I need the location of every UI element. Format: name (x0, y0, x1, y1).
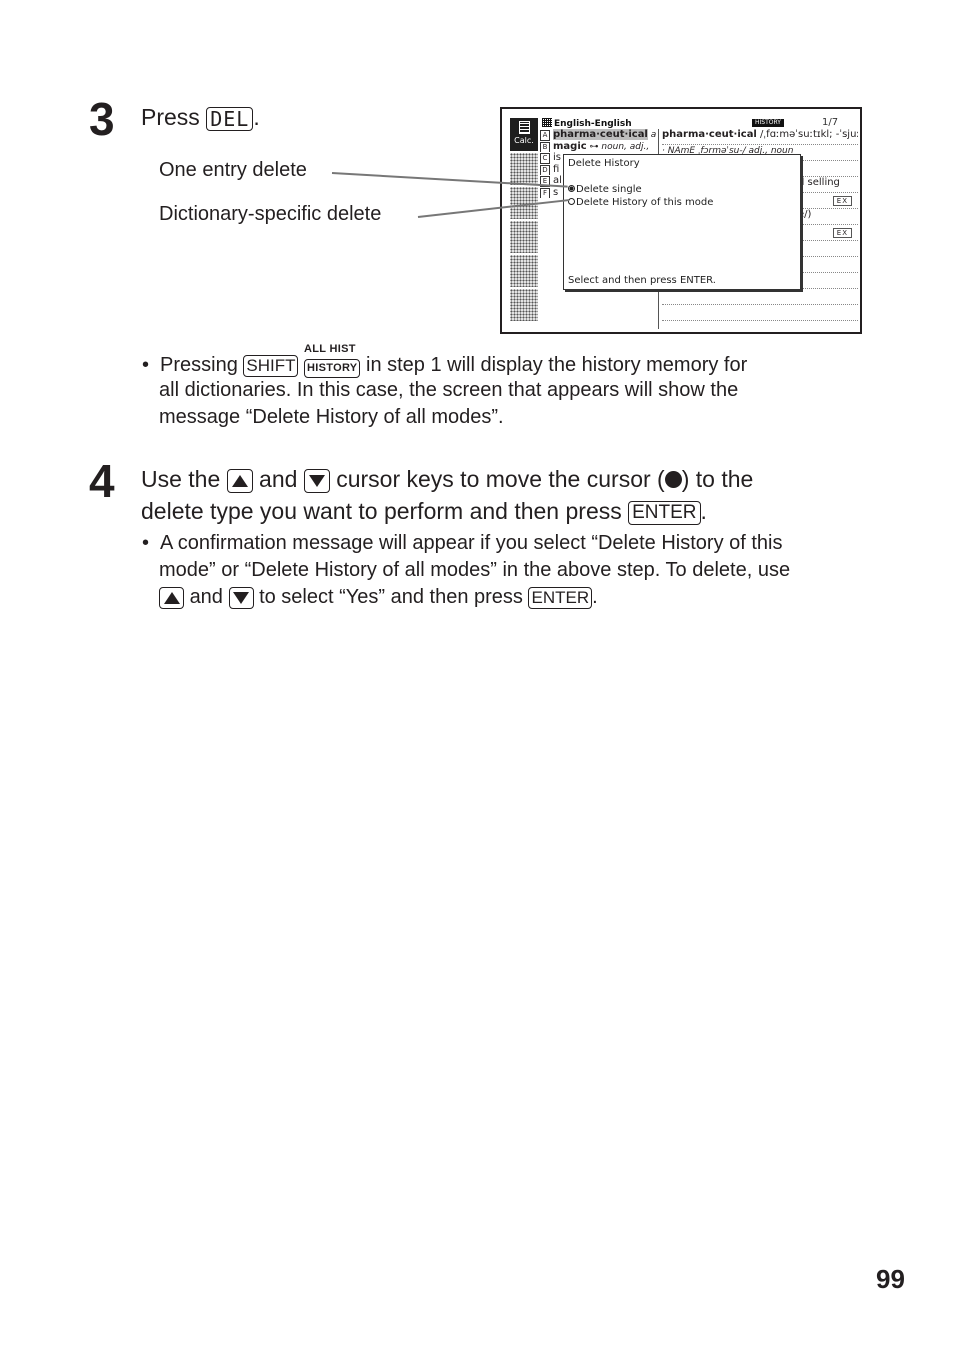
note-confirmation-line3: and to select “Yes” and then press ENTER… (159, 584, 598, 611)
option-label: Delete History of this mode (576, 197, 714, 208)
option-delete-single[interactable]: Delete single (568, 184, 642, 195)
ex-badge: EX (832, 196, 852, 206)
del-key: DEL (206, 106, 254, 131)
option-label: Delete single (576, 184, 642, 195)
down-arrow-icon (233, 591, 249, 604)
callout-dictionary-specific-delete: Dictionary-specific delete (159, 203, 382, 225)
step4-text: cursor keys to move the cursor ( (336, 466, 665, 492)
step-number-4: 4 (89, 455, 115, 507)
radio-selected-icon (568, 185, 575, 192)
list-word: is (553, 152, 561, 163)
list-item: Apharma·ceut·ical a (540, 129, 658, 141)
delete-history-dialog: Delete History Delete single Delete Hist… (563, 154, 801, 290)
callout-one-entry-delete: One entry delete (159, 159, 307, 181)
definition-line: pharma·ceut·ical /ˌfɑːməˈsuːtɪkl; -ˈsjuː… (662, 129, 858, 145)
step4-text: delete type you want to perform and then… (141, 498, 622, 524)
list-letter: D (540, 164, 550, 175)
down-arrow-key (228, 586, 254, 609)
sidebar-slot (510, 289, 538, 321)
note-text: in step 1 will display the history memor… (366, 354, 748, 376)
calculator-icon (518, 121, 530, 134)
history-badge: HISTORY (752, 119, 784, 127)
list-letter: F (540, 187, 550, 198)
sidebar-slot (510, 221, 538, 253)
note-confirmation-line2: mode” or “Delete History of all modes” i… (159, 559, 791, 581)
sidebar-slot (510, 153, 538, 185)
note-text: Pressing (160, 354, 238, 376)
up-arrow-icon (231, 474, 248, 487)
note-shift-history-line1: • Pressing SHIFT ALL HIST HISTORY in step… (142, 343, 748, 379)
history-key-group: ALL HIST HISTORY (304, 343, 361, 379)
definition-line (662, 289, 858, 305)
bullet: • (142, 354, 150, 376)
period: . (700, 498, 707, 524)
step4-text: Use the (141, 466, 221, 492)
cursor-dot-icon (664, 471, 682, 488)
step4-text: and (259, 466, 298, 492)
list-letter: A (540, 130, 550, 141)
step4-text: ) to the (681, 466, 754, 492)
enter-key: ENTER (628, 500, 701, 525)
note-text: to select “Yes” and then press (259, 586, 523, 608)
list-word: s (553, 186, 559, 198)
dialog-title: Delete History (568, 158, 640, 169)
lcd-screenshot: Calc. English-English HISTORY 1/7 Apharm… (500, 107, 862, 334)
page-number: 99 (876, 1264, 905, 1294)
all-hist-label: ALL HIST (304, 343, 356, 356)
calc-label: Calc. (514, 136, 534, 145)
list-word: magic (553, 140, 587, 152)
note-confirmation-line1: • A confirmation message will appear if y… (142, 530, 783, 557)
option-delete-history-mode[interactable]: Delete History of this mode (568, 197, 713, 208)
note-shift-history-line3: message “Delete History of all modes”. (159, 406, 504, 428)
step4-line2: delete type you want to perform and then… (141, 495, 707, 527)
list-rest: a (647, 130, 657, 140)
bullet: • (142, 532, 150, 554)
definition-headword: pharma·ceut·ical (662, 129, 757, 140)
definition-line (662, 305, 858, 321)
list-letter: C (540, 153, 550, 164)
up-arrow-icon (163, 591, 180, 604)
sidebar-slot (510, 255, 538, 287)
ex-badge: EX (832, 228, 852, 238)
down-arrow-key (303, 468, 330, 493)
calc-button: Calc. (510, 118, 538, 151)
lcd-page-indicator: 1/7 (822, 117, 839, 128)
period: . (253, 104, 260, 130)
step-number-3: 3 (89, 93, 115, 145)
note-shift-history-line2: all dictionaries. In this case, the scre… (159, 379, 739, 401)
lcd-sidebar: Calc. (510, 118, 538, 321)
definition-text: d selling (798, 177, 840, 188)
list-letter: B (540, 141, 550, 152)
lcd-title: English-English (542, 118, 632, 129)
shift-key: SHIFT (243, 354, 299, 377)
up-arrow-key (226, 468, 253, 493)
note-text: A confirmation message will appear if yo… (160, 532, 783, 554)
step4-line1: Use the and cursor keys to move the curs… (141, 463, 753, 495)
list-rest: ⊶ noun, adj., (586, 141, 650, 152)
dialog-footer: Select and then press ENTER. (568, 275, 716, 286)
step3-instruction: Press DEL. (141, 101, 260, 133)
note-text: and (189, 586, 223, 608)
list-word: fi (553, 163, 560, 175)
enter-key: ENTER (528, 586, 593, 609)
lcd-title-text: English-English (554, 119, 632, 129)
list-word: pharma·ceut·ical (553, 129, 648, 140)
period: . (592, 586, 598, 608)
list-item: Bmagic ⊶ noun, adj., (540, 140, 658, 152)
down-arrow-icon (308, 474, 325, 487)
definition-pronunciation: /ˌfɑːməˈsuːtɪkl; -ˈsjuː- (756, 129, 858, 140)
up-arrow-key (159, 586, 184, 609)
press-label: Press (141, 104, 200, 130)
dictionary-grid-icon (542, 118, 552, 127)
